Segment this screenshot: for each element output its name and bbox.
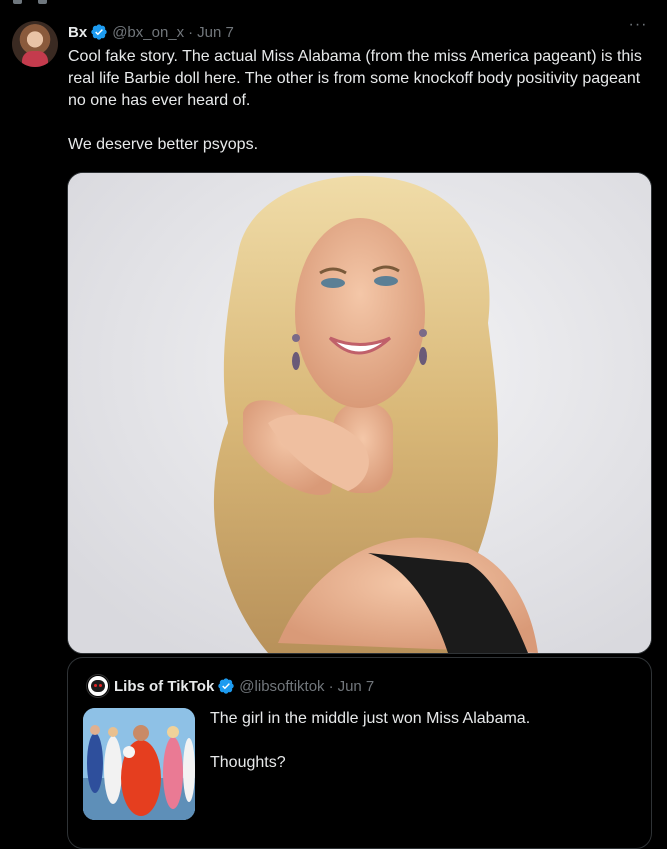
- quoted-author-avatar[interactable]: [87, 675, 109, 697]
- quoted-tweet-date[interactable]: Jun 7: [338, 678, 375, 695]
- tweet-date[interactable]: Jun 7: [197, 24, 234, 41]
- portrait-photo-illustration: [68, 173, 651, 653]
- tweet-photo[interactable]: [67, 172, 652, 654]
- verified-badge-icon[interactable]: [217, 677, 235, 695]
- tweet-paragraph: We deserve better psyops.: [68, 136, 259, 153]
- previous-tweet-edge: [0, 0, 667, 8]
- separator-dot: ·: [328, 677, 334, 695]
- more-options-icon[interactable]: ···: [625, 17, 651, 38]
- quoted-tweet-paragraph: Thoughts?: [210, 754, 286, 771]
- quoted-tweet-thumbnail[interactable]: [83, 708, 195, 820]
- tweet-text: Cool fake story. The actual Miss Alabama…: [68, 46, 658, 156]
- tweet-paragraph: Cool fake story. The actual Miss Alabama…: [68, 48, 642, 109]
- author-avatar[interactable]: [12, 21, 58, 67]
- separator-dot: ·: [188, 23, 194, 41]
- quoted-tweet-text: The girl in the middle just won Miss Ala…: [210, 708, 630, 774]
- quoted-tweet-paragraph: The girl in the middle just won Miss Ala…: [210, 710, 531, 727]
- quoted-tweet[interactable]: Libs of TikTok @libsoftiktok · Jun 7 The…: [67, 657, 652, 849]
- quoted-tweet-header: Libs of TikTok @libsoftiktok · Jun 7: [114, 676, 374, 696]
- pageage-stage-illustration: [83, 708, 195, 820]
- tweet-header: Bx @bx_on_x · Jun 7: [68, 22, 234, 42]
- author-name[interactable]: Bx: [68, 24, 87, 41]
- quoted-author-name[interactable]: Libs of TikTok: [114, 678, 214, 695]
- quoted-author-handle[interactable]: @libsoftiktok: [239, 678, 324, 695]
- verified-badge-icon[interactable]: [90, 23, 108, 41]
- action-icon-fragment: [13, 0, 22, 4]
- action-icon-fragment: [38, 0, 47, 4]
- author-handle[interactable]: @bx_on_x: [112, 24, 184, 41]
